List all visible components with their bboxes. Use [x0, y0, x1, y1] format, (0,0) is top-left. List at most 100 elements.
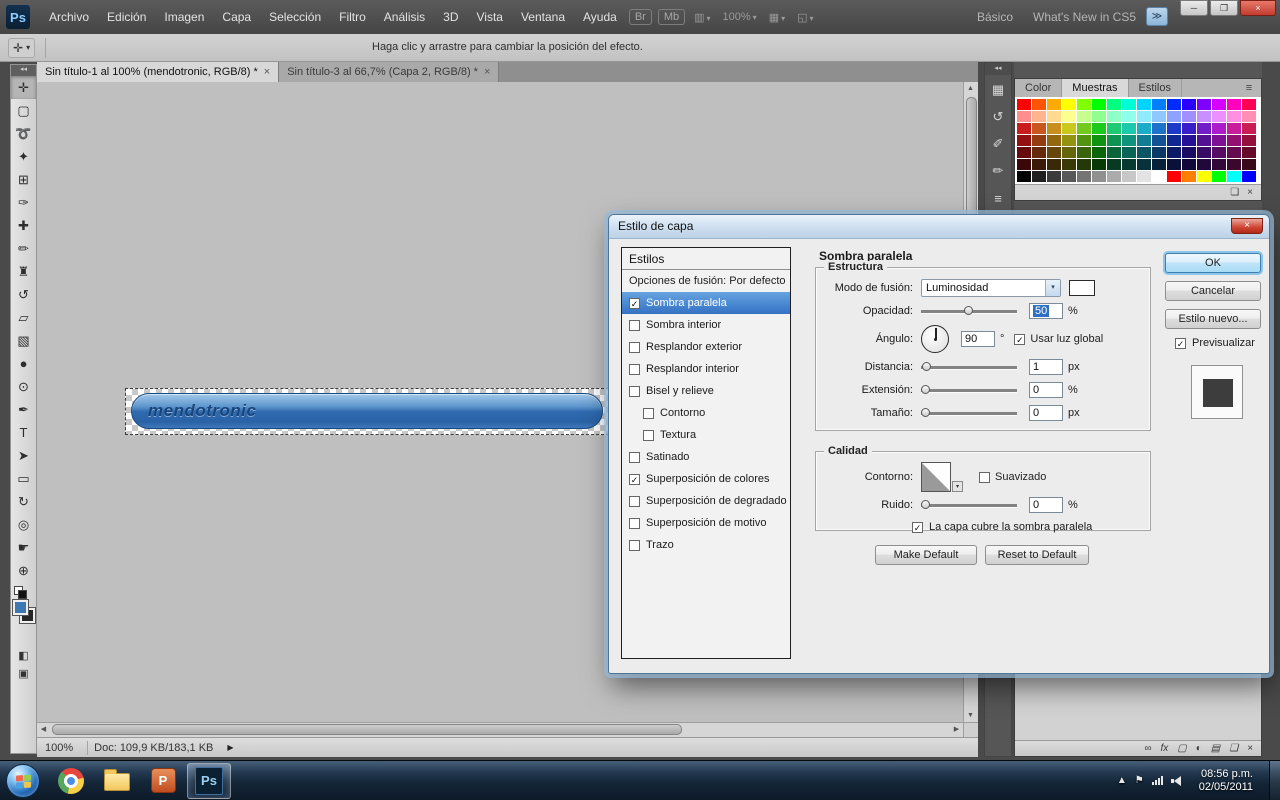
taskbar-photoshop-button[interactable]: Ps: [187, 763, 231, 799]
menu-filtro[interactable]: Filtro: [330, 0, 375, 34]
color-swatch[interactable]: [1227, 123, 1241, 134]
color-swatch[interactable]: [1137, 147, 1151, 158]
panel-menu-icon[interactable]: ≡: [1237, 79, 1261, 97]
adjustment-layer-icon[interactable]: ◐: [1196, 743, 1202, 754]
color-swatch[interactable]: [1017, 147, 1031, 158]
menu-ventana[interactable]: Ventana: [512, 0, 574, 34]
opacity-slider-thumb[interactable]: [964, 306, 973, 315]
color-swatch[interactable]: [1242, 99, 1256, 110]
color-swatch[interactable]: [1167, 147, 1181, 158]
healing-brush-tool[interactable]: ✚: [11, 214, 36, 237]
scroll-up-icon[interactable]: ▲: [964, 82, 977, 95]
color-swatch[interactable]: [1212, 111, 1226, 122]
3d-camera-rotate-tool[interactable]: ◎: [11, 513, 36, 536]
color-swatch[interactable]: [1182, 99, 1196, 110]
document-tab[interactable]: Sin título-3 al 66,7% (Capa 2, RGB/8) *×: [279, 62, 499, 82]
color-swatch[interactable]: [1092, 99, 1106, 110]
size-slider[interactable]: [921, 405, 1017, 421]
menu-seleccion[interactable]: Selección: [260, 0, 330, 34]
distance-field[interactable]: 1: [1029, 359, 1063, 375]
histogram-panel-icon[interactable]: ▦: [986, 78, 1010, 102]
status-zoom-field[interactable]: 100%: [37, 742, 81, 754]
lasso-tool[interactable]: ➰: [11, 122, 36, 145]
quick-mask-button[interactable]: ◧: [11, 646, 36, 664]
shadow-color-swatch[interactable]: [1069, 280, 1095, 296]
layer-effects-icon[interactable]: fx: [1160, 743, 1168, 754]
color-swatch[interactable]: [1092, 159, 1106, 170]
cancel-button[interactable]: Cancelar: [1165, 281, 1261, 301]
foreground-color-swatch[interactable]: [13, 600, 28, 615]
eyedropper-tool[interactable]: ✑: [11, 191, 36, 214]
workspace-switcher[interactable]: Básico: [967, 0, 1023, 34]
color-swatch[interactable]: [1137, 135, 1151, 146]
scroll-left-icon[interactable]: ◀: [37, 723, 50, 736]
antialias-checkbox[interactable]: [979, 472, 990, 483]
color-swatch[interactable]: [1077, 135, 1091, 146]
color-swatch[interactable]: [1167, 123, 1181, 134]
taskbar-chrome-button[interactable]: [49, 763, 93, 799]
zoom-tool[interactable]: ⊕: [11, 559, 36, 582]
color-swatch[interactable]: [1242, 111, 1256, 122]
color-swatch[interactable]: [1062, 123, 1076, 134]
color-swatch[interactable]: [1227, 111, 1241, 122]
color-swatch[interactable]: [1182, 147, 1196, 158]
color-swatch[interactable]: [1122, 99, 1136, 110]
horizontal-scrollbar[interactable]: ◀ ▶: [37, 722, 963, 737]
contour-thumbnail[interactable]: [921, 462, 951, 492]
layer-mask-icon[interactable]: ▢: [1177, 743, 1186, 754]
color-swatch[interactable]: [1137, 99, 1151, 110]
style-item-textura[interactable]: Textura: [622, 424, 790, 446]
maximize-button[interactable]: ❐: [1210, 0, 1238, 16]
style-item-superposicion-de-motivo[interactable]: Superposición de motivo: [622, 512, 790, 534]
style-item-sombra-paralela[interactable]: ✓Sombra paralela: [622, 292, 790, 314]
color-swatch[interactable]: [1032, 111, 1046, 122]
color-swatch[interactable]: [1167, 171, 1181, 182]
zoom-level-button[interactable]: 100%▾: [717, 11, 763, 23]
menu-imagen[interactable]: Imagen: [155, 0, 213, 34]
color-swatch[interactable]: [1227, 147, 1241, 158]
clone-stamp-tool[interactable]: ♜: [11, 260, 36, 283]
color-swatch[interactable]: [1032, 135, 1046, 146]
style-item-contorno[interactable]: Contorno: [622, 402, 790, 424]
color-swatch[interactable]: [1047, 135, 1061, 146]
tool-preset-picker[interactable]: ✛ ▾: [8, 38, 35, 58]
workspace-overflow-button[interactable]: ≫: [1146, 7, 1168, 26]
color-swatch[interactable]: [1152, 123, 1166, 134]
color-swatch[interactable]: [1092, 171, 1106, 182]
color-swatch[interactable]: [1152, 111, 1166, 122]
color-swatch[interactable]: [1227, 159, 1241, 170]
contour-picker-arrow-icon[interactable]: ▾: [952, 481, 963, 492]
style-checkbox[interactable]: [629, 320, 640, 331]
show-desktop-button[interactable]: [1269, 761, 1280, 800]
color-swatch[interactable]: [1152, 135, 1166, 146]
delete-layer-icon[interactable]: ×: [1247, 743, 1253, 754]
color-swatch[interactable]: [1017, 171, 1031, 182]
color-swatch[interactable]: [1227, 99, 1241, 110]
color-swatch[interactable]: [1092, 123, 1106, 134]
eraser-tool[interactable]: ▱: [11, 306, 36, 329]
start-button[interactable]: [6, 764, 40, 798]
blending-options-item[interactable]: Opciones de fusión: Por defecto: [622, 270, 790, 292]
shape-tool[interactable]: ▭: [11, 467, 36, 490]
color-swatch[interactable]: [1047, 147, 1061, 158]
tab-close-icon[interactable]: ×: [264, 66, 270, 78]
character-panel-icon[interactable]: ≡: [986, 186, 1010, 210]
panel-tab-estilos[interactable]: Estilos: [1129, 79, 1182, 97]
document-tab[interactable]: Sin título-1 al 100% (mendotronic, RGB/8…: [37, 62, 279, 82]
horizontal-scroll-thumb[interactable]: [52, 724, 682, 735]
mini-bridge-button[interactable]: Mb: [658, 9, 685, 25]
menu-ayuda[interactable]: Ayuda: [574, 0, 626, 34]
color-swatch[interactable]: [1197, 159, 1211, 170]
color-swatch[interactable]: [1062, 147, 1076, 158]
show-hidden-icons-button[interactable]: ▲: [1117, 775, 1127, 786]
color-swatch[interactable]: [1107, 99, 1121, 110]
angle-dial[interactable]: [921, 325, 949, 353]
color-swatch[interactable]: [1212, 147, 1226, 158]
taskbar-powerpoint-button[interactable]: P: [141, 763, 185, 799]
spread-slider[interactable]: [921, 382, 1017, 398]
color-swatch[interactable]: [1182, 171, 1196, 182]
noise-slider-thumb[interactable]: [921, 500, 930, 509]
color-swatch[interactable]: [1107, 135, 1121, 146]
color-swatch[interactable]: [1017, 159, 1031, 170]
spread-field[interactable]: 0: [1029, 382, 1063, 398]
